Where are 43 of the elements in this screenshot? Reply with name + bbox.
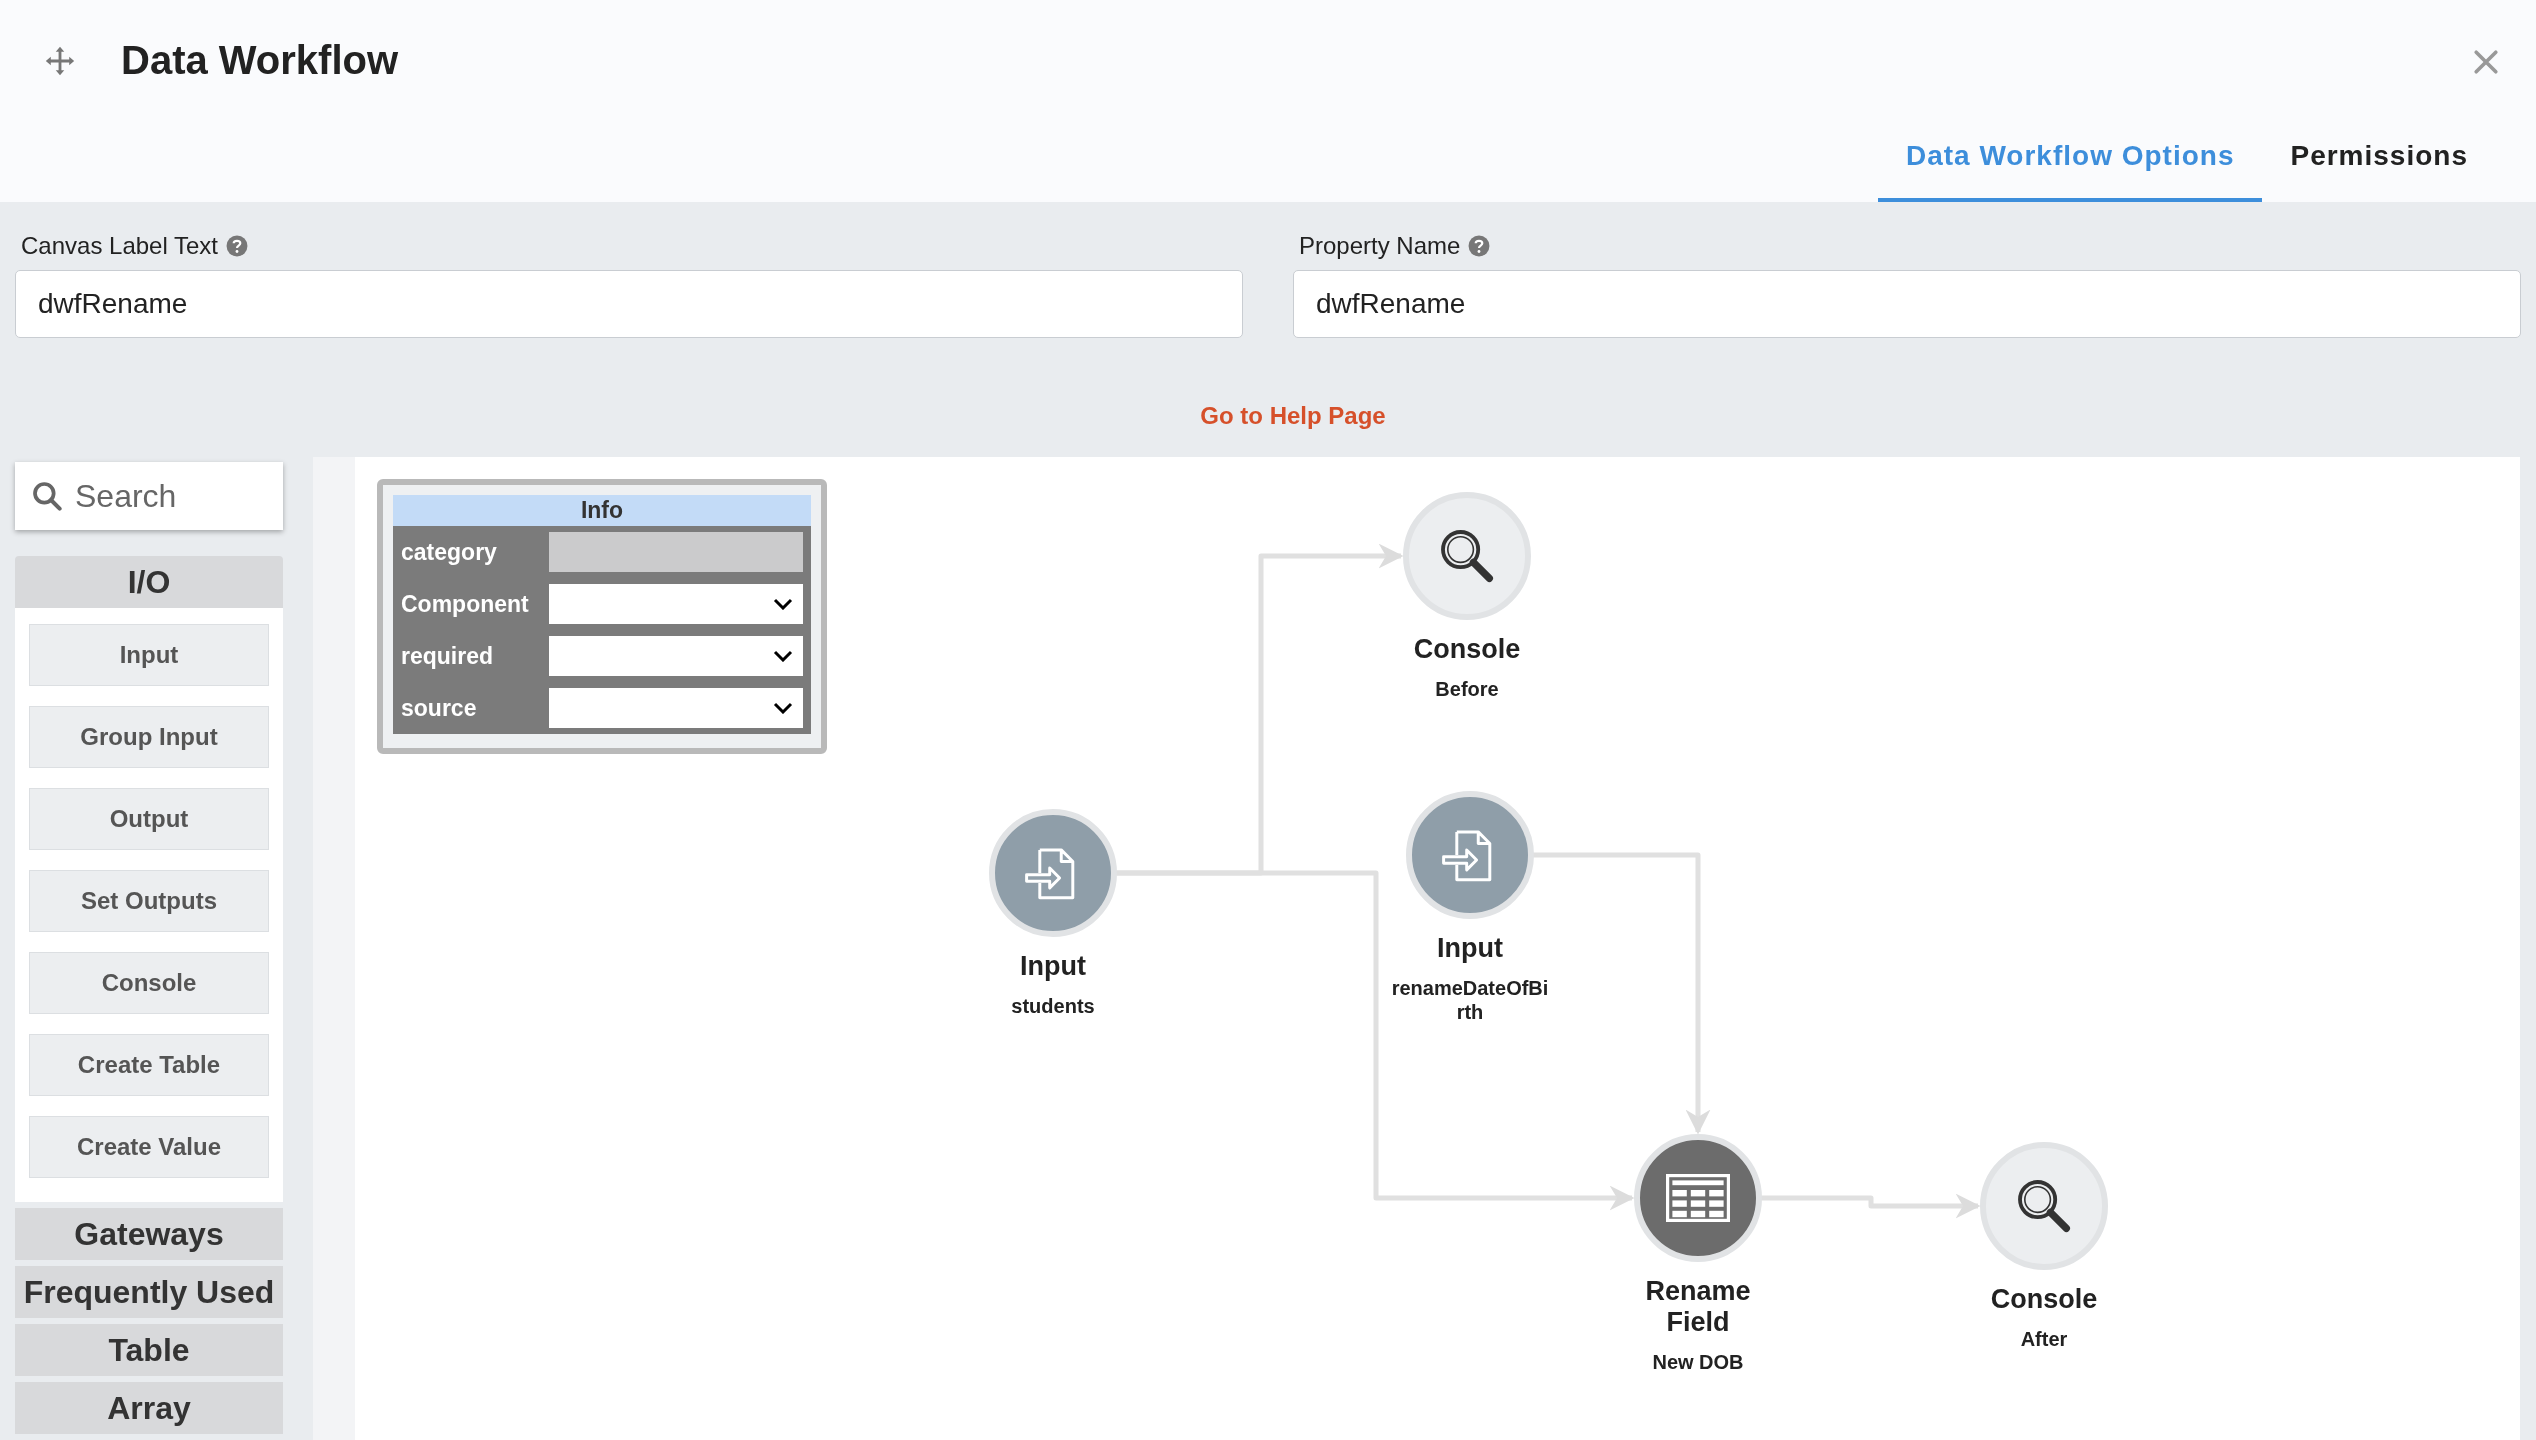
palette-item[interactable]: Set Outputs xyxy=(29,870,269,932)
chevron-down-icon xyxy=(773,598,793,610)
table-icon xyxy=(1666,1174,1730,1222)
section-header[interactable]: Gateways xyxy=(15,1208,283,1260)
help-icon[interactable] xyxy=(226,235,248,257)
chevron-down-icon xyxy=(773,702,793,714)
node-title: Input xyxy=(1436,933,1504,965)
palette-item[interactable]: Create Value xyxy=(29,1116,269,1178)
info-label: required xyxy=(401,642,495,670)
node-title: Console xyxy=(1989,1284,2099,1316)
node-subtitle: After xyxy=(2019,1327,2069,1352)
palette-item[interactable]: Console xyxy=(29,952,269,1014)
node-subtitle: students xyxy=(1010,994,1096,1019)
text-field[interactable]: dwfRename xyxy=(15,270,1243,338)
info-label: source xyxy=(401,694,478,722)
field-label: Property Name xyxy=(1299,232,1461,260)
search-field[interactable]: Search xyxy=(15,462,283,530)
palette-item[interactable]: Output xyxy=(29,788,269,850)
info-label: Component xyxy=(401,590,530,618)
section-header[interactable]: Frequently Used xyxy=(15,1266,283,1318)
chevron-down-icon xyxy=(773,650,793,662)
window-title: Data Workflow xyxy=(121,38,399,83)
node-subtitle: New DOB xyxy=(1651,1350,1745,1375)
close-icon[interactable] xyxy=(2472,48,2500,76)
tab[interactable]: Permissions xyxy=(2262,140,2496,202)
node-subtitle: renameDateOfBi rth xyxy=(1390,976,1550,1025)
help-page-link[interactable]: Go to Help Page xyxy=(1200,402,1386,430)
tab[interactable]: Data Workflow Options xyxy=(1877,140,2263,202)
node-subtitle: Before xyxy=(1434,677,1500,702)
info-label: category xyxy=(401,538,498,566)
text-field[interactable]: dwfRename xyxy=(1293,270,2521,338)
palette-item[interactable]: Create Table xyxy=(29,1034,269,1096)
section-header[interactable]: I/O xyxy=(15,556,283,608)
node-title: Console xyxy=(1412,634,1522,666)
node-title: Rename Field xyxy=(1644,1276,1752,1339)
help-icon[interactable] xyxy=(1468,235,1491,257)
info-panel-title: Info xyxy=(393,495,811,526)
section-header[interactable]: Table xyxy=(15,1324,283,1376)
section-header[interactable]: Array xyxy=(15,1382,283,1434)
palette-item[interactable]: Group Input xyxy=(29,706,269,768)
field-label: Canvas Label Text xyxy=(21,232,218,260)
node-title: Input xyxy=(1019,951,1087,983)
palette-item[interactable]: Input xyxy=(29,624,269,686)
